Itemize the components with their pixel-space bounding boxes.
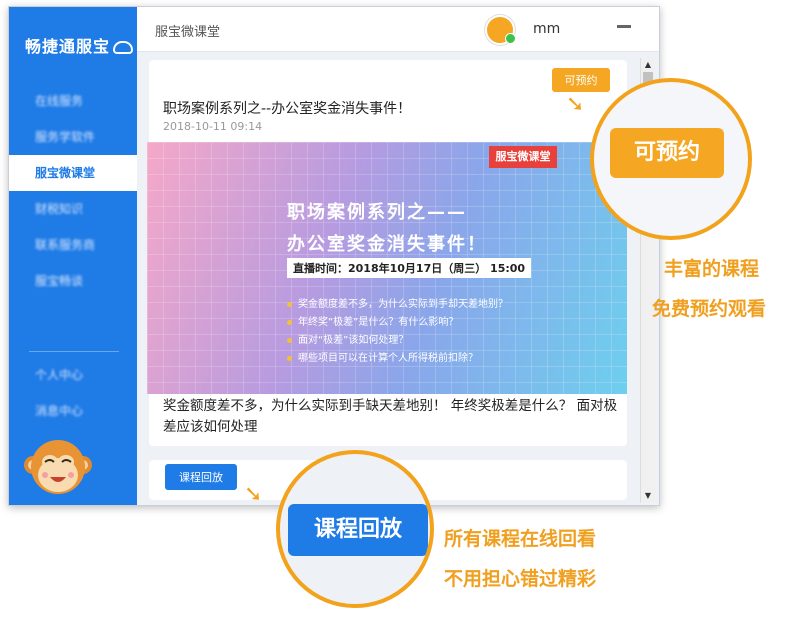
arrow-icon: ➘ (244, 482, 263, 507)
arrow-icon: ➘ (566, 92, 585, 117)
bullet-dot-icon (287, 301, 292, 307)
app-logo: 畅捷通服宝 (25, 33, 134, 57)
online-status-icon (505, 33, 516, 44)
sidebar-item-learn-software[interactable]: 服务学软件 (9, 119, 137, 155)
banner-bullet: 奖金额度差不多，为什么实际到手却天差地别？ (287, 296, 508, 314)
bullet-dot-icon (287, 337, 292, 343)
zoomed-reserve-button: 可预约 (610, 128, 724, 178)
sidebar-divider (29, 351, 119, 352)
sidebar-item-micro-class[interactable]: 服宝微课堂 (9, 155, 137, 191)
callout-text: 免费预约观看 (652, 298, 767, 320)
sidebar-item-message-center[interactable]: 消息中心 (9, 393, 137, 429)
banner-tag: 服宝微课堂 (489, 146, 557, 168)
course-banner[interactable]: 服宝微课堂 职场案例系列之—— 办公室奖金消失事件！ 直播时间：2018年10月… (147, 142, 627, 394)
sidebar-item-online-service[interactable]: 在线服务 (9, 83, 137, 119)
course-title[interactable]: 职场案例系列之--办公室奖金消失事件！ (163, 98, 411, 118)
banner-bullet: 年终奖“极差”是什么？有什么影响？ (287, 314, 508, 332)
zoomed-replay-button: 课程回放 (288, 504, 428, 556)
page-title: 服宝微课堂 (155, 25, 221, 40)
callout-text: 所有课程在线回看 (444, 528, 597, 550)
zoom-callout-replay: 课程回放 (276, 450, 434, 608)
sidebar: 畅捷通服宝 在线服务 服务学软件 服宝微课堂 财税知识 联系服务商 服宝畅谈 个… (9, 7, 137, 505)
sidebar-nav: 在线服务 服务学软件 服宝微课堂 财税知识 联系服务商 服宝畅谈 (9, 83, 137, 299)
sidebar-item-tax-knowledge[interactable]: 财税知识 (9, 191, 137, 227)
bullet-dot-icon (287, 319, 292, 325)
banner-bullet-list: 奖金额度差不多，为什么实际到手却天差地别？ 年终奖“极差”是什么？有什么影响？ … (287, 296, 508, 368)
monkey-mascot-icon (24, 440, 92, 494)
banner-bullet: 哪些项目可以在计算个人所得税前扣除？ (287, 350, 508, 368)
banner-headline-1: 职场案例系列之—— (287, 202, 467, 223)
banner-live-time: 直播时间：2018年10月17日（周三） 15:00 (287, 258, 532, 278)
reserve-button[interactable]: 可预约 (552, 68, 610, 92)
replay-button[interactable]: 课程回放 (165, 464, 237, 490)
sidebar-item-contact-provider[interactable]: 联系服务商 (9, 227, 137, 263)
banner-bullet: 面对“极差”该如何处理？ (287, 332, 508, 350)
scroll-down-arrow-icon[interactable]: ▼ (643, 491, 653, 501)
username: mm (533, 21, 561, 37)
sidebar-bottom-nav: 个人中心 消息中心 (9, 357, 137, 429)
sidebar-item-chat[interactable]: 服宝畅谈 (9, 263, 137, 299)
zoom-callout-reserve: 可预约 (590, 78, 752, 240)
scroll-up-arrow-icon[interactable]: ▲ (643, 60, 653, 70)
banner-headline-2: 办公室奖金消失事件！ (287, 234, 487, 255)
sidebar-item-personal-center[interactable]: 个人中心 (9, 357, 137, 393)
course-date: 2018-10-11 09:14 (163, 120, 263, 133)
course-description: 奖金额度差不多，为什么实际到手缺天差地别！ 年终奖极差是什么？ 面对极差应该如何… (163, 398, 618, 435)
minimize-icon[interactable] (617, 25, 631, 28)
callout-text: 丰富的课程 (664, 258, 760, 280)
title-bar: 服宝微课堂 mm (137, 7, 659, 52)
bullet-dot-icon (287, 355, 292, 361)
app-window: 畅捷通服宝 在线服务 服务学软件 服宝微课堂 财税知识 联系服务商 服宝畅谈 个… (8, 6, 660, 506)
main-content: 可预约 职场案例系列之--办公室奖金消失事件！ 2018-10-11 09:14… (137, 52, 659, 505)
callout-text: 不用担心错过精彩 (444, 568, 597, 590)
cloud-icon (113, 41, 134, 54)
course-card: 可预约 职场案例系列之--办公室奖金消失事件！ 2018-10-11 09:14… (147, 60, 627, 446)
